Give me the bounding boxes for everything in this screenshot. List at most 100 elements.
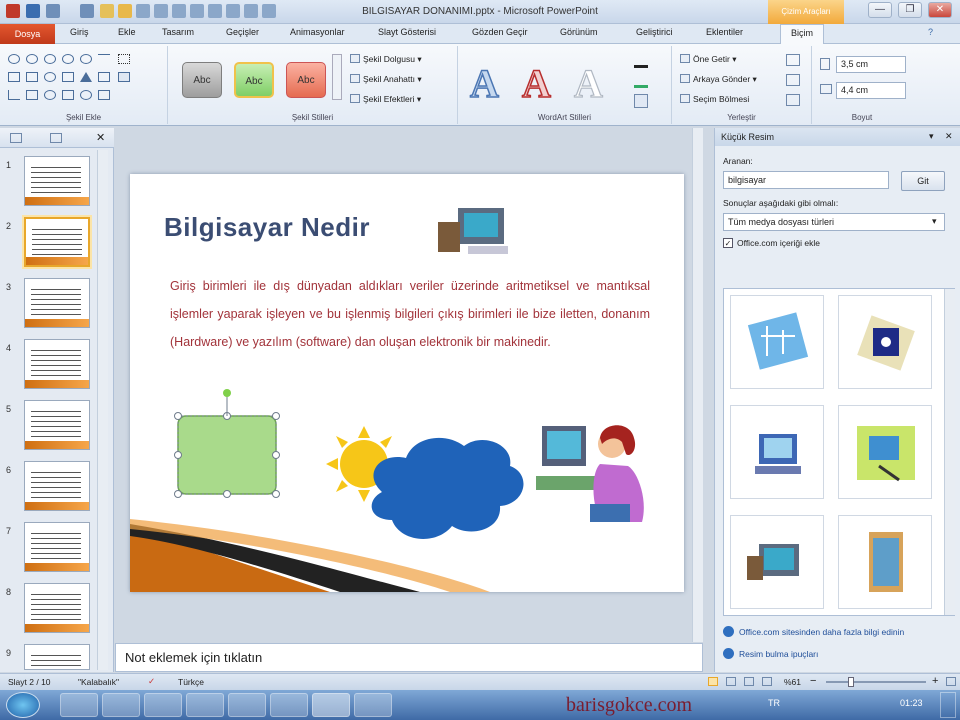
tab-view[interactable]: Görünüm	[560, 27, 598, 37]
taskbar-word-icon[interactable]	[270, 693, 308, 717]
width-input[interactable]: 4,4 cm	[836, 82, 906, 99]
spelling-icon[interactable]: ✓	[148, 676, 155, 687]
wordart-red[interactable]: A	[521, 60, 551, 107]
slide-thumbnail-4[interactable]	[24, 339, 90, 389]
zoom-out-icon[interactable]: −	[810, 675, 816, 687]
text-effects-icon[interactable]	[634, 94, 648, 108]
slide-thumbnail-3[interactable]	[24, 278, 90, 328]
clip-result-desktop[interactable]	[730, 515, 824, 609]
minimize-button[interactable]: —	[868, 2, 892, 18]
clip-result-computer-green[interactable]	[838, 405, 932, 499]
slide-thumbnail-2[interactable]	[22, 215, 92, 269]
circle-shape-icon[interactable]	[80, 54, 92, 64]
connector-shape-icon[interactable]	[8, 90, 20, 100]
tab-review[interactable]: Gözden Geçir	[472, 27, 528, 37]
close-icon[interactable]: ✕	[945, 131, 953, 142]
arc-shape-icon[interactable]	[80, 90, 92, 100]
arrow-right-shape-icon[interactable]	[26, 90, 38, 100]
taskbar-tool-icon[interactable]	[354, 693, 392, 717]
edit-shape-icon[interactable]	[118, 54, 130, 64]
slides-scrollbar[interactable]	[97, 150, 108, 670]
oval2-shape-icon[interactable]	[44, 72, 56, 82]
gear-shape-icon[interactable]	[44, 54, 56, 64]
taskbar-powerpoint-icon[interactable]	[312, 693, 350, 717]
arrow-down-shape-icon[interactable]	[62, 90, 74, 100]
bring-forward-button[interactable]: Öne Getir ▾	[680, 54, 737, 65]
media-type-select[interactable]: Tüm medya dosyası türleri ▾	[723, 213, 945, 231]
fit-to-window-icon[interactable]	[946, 677, 956, 686]
slide-thumbnail-9[interactable]	[24, 644, 90, 670]
zoom-slider[interactable]	[826, 677, 926, 687]
text-fill-icon[interactable]	[634, 54, 648, 68]
curved-arrow-shape-icon[interactable]	[98, 90, 110, 100]
office-more-link[interactable]: Office.com sitesinden daha fazla bilgi e…	[723, 626, 904, 637]
outline-tab-icon[interactable]	[50, 133, 62, 143]
tab-design[interactable]: Tasarım	[162, 27, 194, 37]
clip-result-floppy[interactable]	[838, 295, 932, 389]
clip-results-scrollbar[interactable]	[944, 289, 955, 615]
tab-animations[interactable]: Animasyonlar	[290, 27, 345, 37]
taskbar-app-icon[interactable]	[228, 693, 266, 717]
go-button[interactable]: Git	[901, 171, 945, 191]
tips-link[interactable]: Resim bulma ipuçları	[723, 648, 818, 659]
slides-tab-icon[interactable]	[10, 133, 22, 143]
clip-result-book[interactable]	[838, 515, 932, 609]
close-button[interactable]: ✕	[928, 2, 952, 18]
hexagon-shape-icon[interactable]	[62, 72, 74, 82]
slide-thumbnail-8[interactable]	[24, 583, 90, 633]
shape-outline-button[interactable]: Şekil Anahattı ▾	[350, 74, 422, 85]
tab-addins[interactable]: Eklentiler	[706, 27, 743, 37]
clip-result-circuit[interactable]	[730, 295, 824, 389]
notes-input[interactable]: Not eklemek için tıklatın	[115, 643, 703, 672]
square-shape-icon[interactable]	[98, 72, 110, 82]
close-panel-icon[interactable]: ✕	[96, 131, 105, 144]
taskbar-folder-icon[interactable]	[144, 693, 182, 717]
slide-thumbnail-5[interactable]	[24, 400, 90, 450]
clock[interactable]: 01:23	[900, 698, 923, 708]
input-language[interactable]: TR	[768, 698, 780, 708]
clip-result-computer-blue[interactable]	[730, 405, 824, 499]
slide-body-text[interactable]: Giriş birimleri ile dış dünyadan aldıkla…	[170, 272, 650, 356]
zoom-level[interactable]: %61	[784, 677, 801, 687]
smiley-shape-icon[interactable]	[62, 54, 74, 64]
slide-thumbnail-1[interactable]	[24, 156, 90, 206]
line-shape-icon[interactable]	[98, 54, 110, 64]
tab-format[interactable]: Biçim	[780, 24, 824, 45]
send-backward-button[interactable]: Arkaya Gönder ▾	[680, 74, 757, 85]
zoom-in-icon[interactable]: +	[932, 675, 938, 687]
wordart-white[interactable]: A	[573, 60, 603, 107]
group-objects-icon[interactable]	[786, 74, 800, 86]
tab-file[interactable]: Dosya	[0, 24, 55, 44]
tab-slideshow[interactable]: Slayt Gösterisi	[378, 27, 436, 37]
wordart-blue[interactable]: A	[469, 60, 499, 107]
start-button[interactable]	[6, 692, 40, 718]
style-gray[interactable]: Abc	[182, 62, 222, 98]
tab-developer[interactable]: Geliştirici	[636, 27, 673, 37]
taskbar-media-icon[interactable]	[186, 693, 224, 717]
normal-view-icon[interactable]	[708, 677, 718, 686]
text-outline-icon[interactable]	[634, 74, 648, 88]
cross-shape-icon[interactable]	[44, 90, 56, 100]
taskbar-ie-icon[interactable]	[60, 693, 98, 717]
taskbar-explorer-icon[interactable]	[102, 693, 140, 717]
rounded-rect-shape-icon[interactable]	[26, 72, 38, 82]
shape-fill-button[interactable]: Şekil Dolgusu ▾	[350, 54, 422, 65]
style-red[interactable]: Abc	[286, 62, 326, 98]
shape-effects-button[interactable]: Şekil Efektleri ▾	[350, 94, 421, 105]
slide-thumbnail-7[interactable]	[24, 522, 90, 572]
text-box-icon[interactable]	[118, 72, 130, 82]
height-input[interactable]: 3,5 cm	[836, 56, 906, 73]
maximize-button[interactable]: ❐	[898, 2, 922, 18]
tab-insert[interactable]: Ekle	[118, 27, 136, 37]
rotate-icon[interactable]	[786, 94, 800, 106]
chevron-down-icon[interactable]: ▾	[929, 131, 934, 142]
slide-thumbnail-6[interactable]	[24, 461, 90, 511]
ellipse-shape-icon[interactable]	[26, 54, 38, 64]
woman-at-computer-clipart-icon[interactable]	[530, 414, 650, 524]
oval-shape-icon[interactable]	[8, 54, 20, 64]
style-gallery-scroll[interactable]	[332, 54, 342, 100]
help-icon[interactable]: ?	[928, 27, 933, 37]
show-desktop-button[interactable]	[940, 692, 956, 718]
tab-home[interactable]: Giriş	[70, 27, 89, 37]
reading-view-icon[interactable]	[744, 677, 754, 686]
